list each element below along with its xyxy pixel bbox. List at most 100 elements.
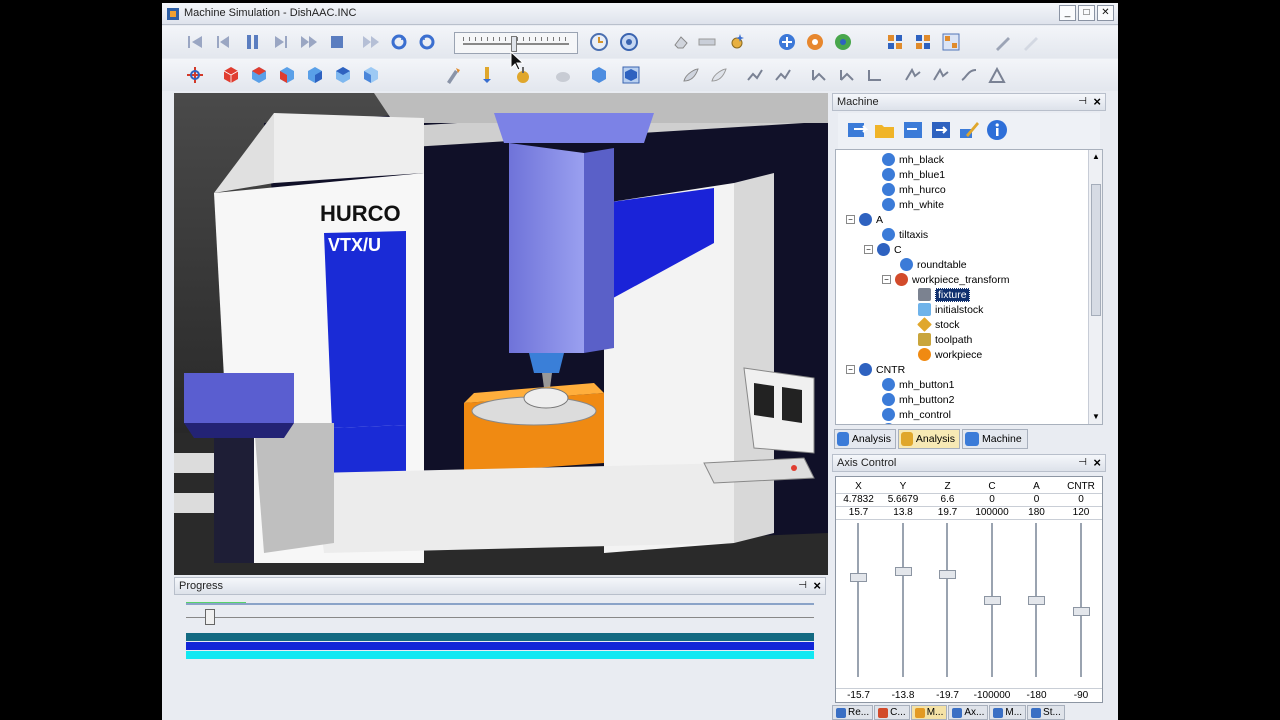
tool-b-icon[interactable]: [478, 66, 496, 84]
path-g-icon[interactable]: [932, 66, 950, 84]
bottom-tab[interactable]: St...: [1027, 705, 1065, 720]
fast-forward-icon[interactable]: [300, 33, 318, 51]
path-a-icon[interactable]: [746, 66, 764, 84]
tree-item[interactable]: mh_button1: [882, 377, 954, 392]
collision-icon[interactable]: [620, 33, 638, 51]
close-button[interactable]: ✕: [1097, 5, 1114, 21]
step-forward-icon[interactable]: [272, 33, 290, 51]
tree-item[interactable]: fixture: [918, 287, 970, 302]
box-icon[interactable]: [590, 66, 608, 84]
axis-slider-knob[interactable]: [939, 569, 956, 579]
bottom-tab[interactable]: M...: [989, 705, 1027, 720]
machine-tree[interactable]: ▲ ▼ mh_black mh_blue1 mh_hurco mh_white − Ati…: [835, 149, 1103, 425]
reset-icon[interactable]: [418, 33, 436, 51]
tree-item[interactable]: mh_blue1: [882, 167, 945, 182]
tree-item[interactable]: mh_hurco: [882, 182, 946, 197]
tree-item[interactable]: − A: [846, 212, 883, 227]
expander-icon[interactable]: −: [846, 215, 855, 224]
sphere-a-icon[interactable]: [682, 66, 700, 84]
skip-icon[interactable]: [362, 33, 380, 51]
axis-slider-knob[interactable]: [1072, 606, 1090, 616]
close-icon[interactable]: ×: [1093, 455, 1101, 470]
box-select-icon[interactable]: [622, 66, 640, 84]
minimize-button[interactable]: _: [1059, 5, 1076, 21]
cube-d-icon[interactable]: [334, 66, 352, 84]
tree-item[interactable]: roundtable: [900, 257, 967, 272]
tree-scrollbar[interactable]: ▲ ▼: [1088, 150, 1102, 424]
pin-icon[interactable]: ⊣: [1078, 96, 1087, 107]
path-f-icon[interactable]: [904, 66, 922, 84]
tree-item[interactable]: − C: [864, 242, 902, 257]
refresh-icon[interactable]: [390, 33, 408, 51]
expander-icon[interactable]: −: [864, 245, 873, 254]
expander-icon[interactable]: −: [882, 275, 891, 284]
expander-icon[interactable]: −: [846, 365, 855, 374]
sphere-b-icon[interactable]: [710, 66, 728, 84]
axis-slider-knob[interactable]: [850, 572, 867, 582]
stop-icon[interactable]: [328, 33, 346, 51]
pick-faded-icon[interactable]: [1022, 33, 1040, 51]
edit-icon[interactable]: [958, 119, 980, 141]
info-icon[interactable]: [986, 119, 1008, 141]
bottom-tab[interactable]: C...: [874, 705, 910, 720]
tree-item[interactable]: − workpiece_transform: [882, 272, 1009, 287]
tree-item[interactable]: mh_black: [882, 152, 944, 167]
tab-machine-2[interactable]: Machine: [962, 429, 1028, 449]
rewind-icon[interactable]: [186, 33, 204, 51]
axis-slider-rail[interactable]: [946, 523, 948, 677]
view-orange-icon[interactable]: [806, 33, 824, 51]
step-back-icon[interactable]: [214, 33, 232, 51]
3d-viewport[interactable]: HURCO VTX/U: [174, 93, 828, 575]
axes-icon[interactable]: [186, 66, 204, 84]
axis-slider-knob[interactable]: [1028, 596, 1045, 605]
tab-analysis-1[interactable]: Analysis: [898, 429, 960, 449]
view-blue-icon[interactable]: [778, 33, 796, 51]
grid-b-icon[interactable]: [914, 33, 932, 51]
bottom-tab[interactable]: M...: [910, 705, 948, 720]
grid-a-icon[interactable]: [886, 33, 904, 51]
axis-slider-rail[interactable]: [857, 523, 859, 677]
axis-slider-rail[interactable]: [1079, 523, 1082, 677]
tree-item[interactable]: mh_white: [882, 197, 944, 212]
path-e-icon[interactable]: [866, 66, 884, 84]
tree-item[interactable]: mh_button2: [882, 392, 954, 407]
axis-slider-knob[interactable]: [894, 566, 912, 576]
bottom-tab[interactable]: Ax...: [948, 705, 989, 720]
cube-e-icon[interactable]: [362, 66, 380, 84]
red-cube-icon[interactable]: [222, 66, 240, 84]
path-c-icon[interactable]: [810, 66, 828, 84]
tree-item[interactable]: tiltaxis: [882, 227, 928, 242]
path-i-icon[interactable]: [988, 66, 1006, 84]
pause-icon[interactable]: [244, 33, 262, 51]
view-green-icon[interactable]: [834, 33, 852, 51]
clock-icon[interactable]: [590, 33, 608, 51]
pick-icon[interactable]: [994, 33, 1012, 51]
tree-item[interactable]: mh_control2: [882, 422, 957, 424]
eraser-icon[interactable]: [672, 33, 690, 51]
axis-slider-rail[interactable]: [901, 523, 904, 677]
tree-scroll-thumb[interactable]: [1091, 184, 1101, 316]
hand-icon[interactable]: [554, 66, 572, 84]
speed-slider-thumb[interactable]: [511, 36, 517, 52]
cube-b-icon[interactable]: [278, 66, 296, 84]
bottom-tab[interactable]: Re...: [832, 705, 874, 720]
tree-item[interactable]: − CNTR: [846, 362, 905, 377]
maximize-button[interactable]: □: [1078, 5, 1095, 21]
progress-thumb[interactable]: [204, 609, 215, 625]
tree-item[interactable]: toolpath: [918, 332, 972, 347]
path-h-icon[interactable]: [960, 66, 978, 84]
grid-c-icon[interactable]: [942, 33, 960, 51]
export-icon[interactable]: [930, 119, 952, 141]
path-b-icon[interactable]: [774, 66, 792, 84]
tree-item[interactable]: stock: [917, 317, 960, 332]
import-icon[interactable]: [846, 119, 868, 141]
tree-item[interactable]: mh_control: [882, 407, 951, 422]
path-d-icon[interactable]: [838, 66, 856, 84]
tree-item[interactable]: initialstock: [918, 302, 983, 317]
close-icon[interactable]: ×: [1093, 94, 1101, 109]
scroll-down-icon[interactable]: ▼: [1091, 412, 1101, 422]
pin-icon[interactable]: ⊣: [798, 580, 807, 591]
ruler-icon[interactable]: [698, 33, 716, 51]
axis-slider-knob[interactable]: [983, 596, 1001, 605]
close-icon[interactable]: ×: [813, 578, 821, 593]
